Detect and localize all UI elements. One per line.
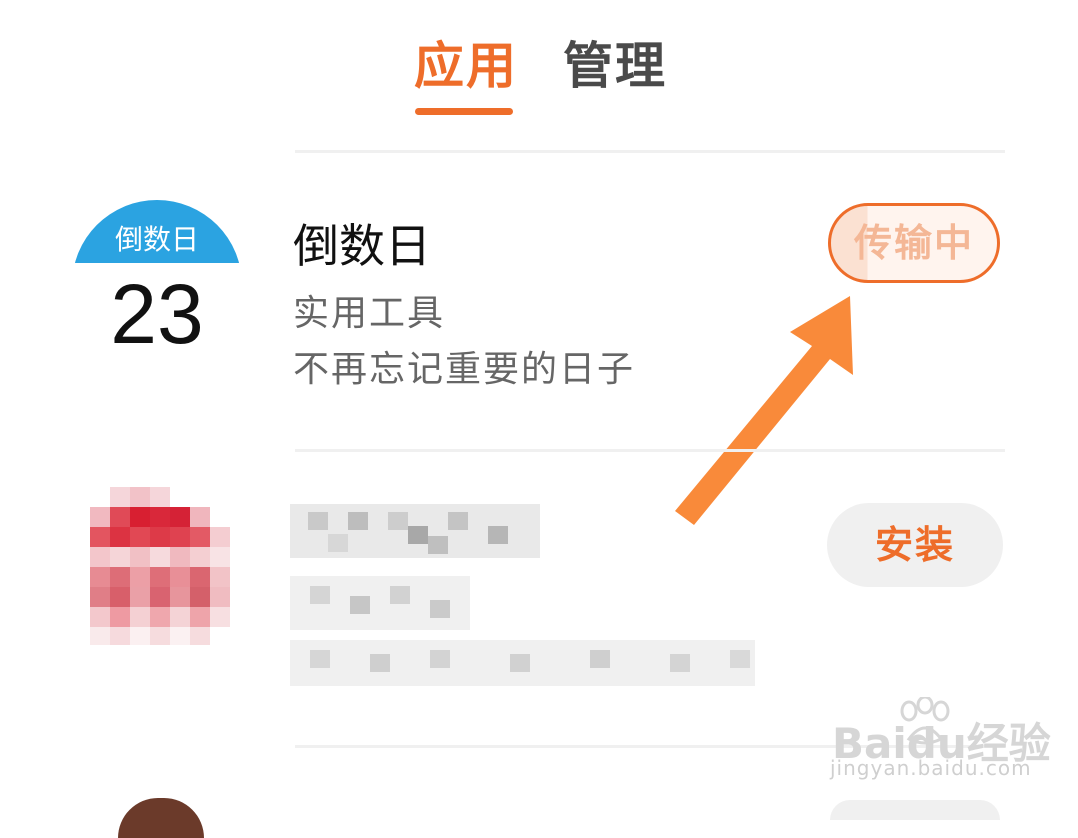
divider [295, 449, 1005, 452]
app-icon-label: 倒数日 [114, 223, 199, 256]
divider [295, 150, 1005, 153]
arrow-annotation-icon [675, 296, 853, 525]
app-description: 不再忘记重要的日子 [293, 349, 636, 390]
pixelated-app-icon [90, 487, 230, 645]
tab-apps[interactable]: 应用 [414, 26, 518, 98]
pixelated-app-text [290, 504, 755, 686]
tab-manage[interactable]: 管理 [563, 26, 667, 98]
next-app-icon [118, 798, 204, 838]
transferring-button[interactable]: 传输中 [828, 203, 1000, 283]
app-category: 实用工具 [293, 293, 446, 334]
countdown-app-icon[interactable]: 倒数日 23 [72, 200, 242, 370]
app-name: 倒数日 [293, 219, 431, 273]
app-icon-number: 23 [110, 267, 204, 361]
active-tab-indicator [415, 108, 513, 115]
next-app-button[interactable] [830, 800, 1000, 820]
tab-bar: 应用 管理 [0, 18, 1078, 118]
install-button[interactable]: 安装 [827, 503, 1003, 587]
watermark-url: jingyan.baidu.com [830, 756, 1032, 780]
